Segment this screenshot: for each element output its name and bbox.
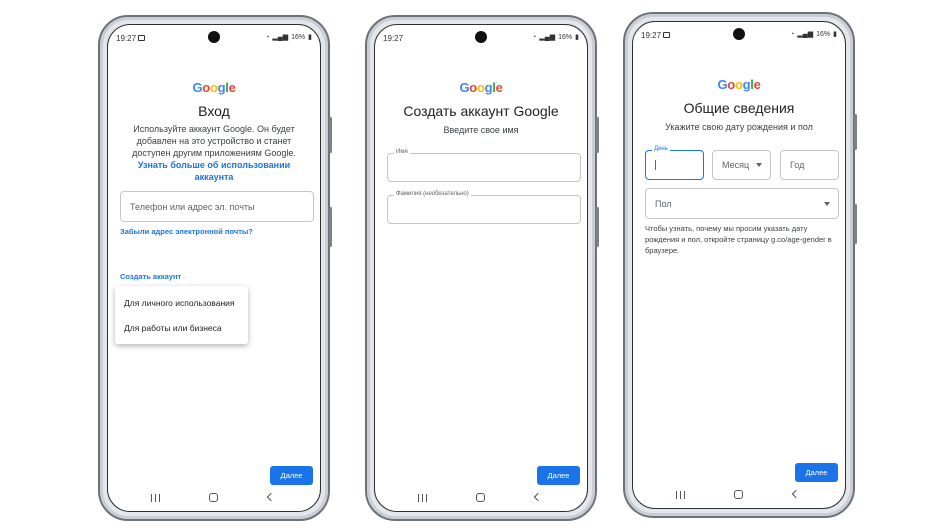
google-logo: Google <box>108 80 320 95</box>
system-nav-bar <box>633 488 845 502</box>
home-icon[interactable] <box>209 493 218 502</box>
screen-basic-info: 19:27 ◔ ▂▄▆ 16% ▮ Google Общие сведения … <box>632 21 846 509</box>
screen-sign-in: 19:27 ◔ ▂▄▆ 16% ▮ Google Вход Используйт… <box>107 24 321 512</box>
side-button <box>596 117 599 153</box>
logo-letter: o <box>202 80 210 95</box>
side-button <box>854 204 857 244</box>
day-label: День <box>652 146 670 152</box>
battery-icon: ▮ <box>575 34 579 41</box>
next-button[interactable]: Далее <box>270 466 313 485</box>
month-placeholder: Месяц <box>722 160 750 170</box>
page-title: Вход <box>198 103 230 119</box>
camera-cutout <box>208 31 220 43</box>
recent-apps-icon[interactable] <box>418 494 427 502</box>
recent-apps-icon[interactable] <box>151 494 160 502</box>
gender-placeholder: Пол <box>655 198 672 209</box>
birth-month-select[interactable]: Месяц <box>712 150 771 180</box>
gender-select[interactable]: Пол <box>645 188 839 219</box>
chevron-down-icon <box>756 163 762 167</box>
logo-letter: o <box>469 80 477 95</box>
logo-letter: o <box>476 80 485 95</box>
last-name-label: Фамилия (необязательно) <box>394 191 471 197</box>
logo-letter: G <box>192 80 203 95</box>
wifi-icon: ◔ <box>790 30 795 38</box>
side-button <box>596 207 599 247</box>
first-name-field[interactable]: Имя <box>387 149 581 182</box>
screen-create-account: 19:27 ◔ ▂▄▆ 16% ▮ Google Создать аккаунт… <box>374 24 588 512</box>
sign-in-description: Используйте аккаунт Google. Он будет доб… <box>122 123 306 183</box>
create-account-button[interactable]: Создать аккаунт <box>120 272 181 281</box>
phone-frame-3: 19:27 ◔ ▂▄▆ 16% ▮ Google Общие сведения … <box>623 12 857 518</box>
logo-letter: g <box>742 77 751 92</box>
google-logo: Google <box>633 77 845 92</box>
recent-apps-icon[interactable] <box>676 491 685 499</box>
google-logo: Google <box>375 80 587 95</box>
phone-frame-1: 19:27 ◔ ▂▄▆ 16% ▮ Google Вход Используйт… <box>98 15 332 521</box>
side-button <box>329 117 332 153</box>
age-gender-hint: Чтобы узнать, почему мы просим указать д… <box>645 224 832 255</box>
email-phone-input[interactable]: Телефон или адрес эл. почты <box>120 191 314 222</box>
status-time: 19:27 <box>641 31 662 40</box>
logo-letter: e <box>228 80 236 95</box>
signal-icon: ▂▄▆ <box>539 34 556 41</box>
back-icon[interactable] <box>266 492 276 502</box>
system-nav-bar <box>375 491 587 505</box>
signal-icon: ▂▄▆ <box>797 31 814 38</box>
logo-letter: o <box>734 77 743 92</box>
wifi-icon: ◔ <box>265 33 270 41</box>
image-notification-icon <box>663 32 670 38</box>
side-button <box>854 114 857 150</box>
logo-letter: G <box>717 77 728 92</box>
menu-item-personal[interactable]: Для личного использования <box>124 298 235 308</box>
logo-letter: g <box>484 80 493 95</box>
forgot-email-link[interactable]: Забыли адрес электронной почты? <box>120 227 253 236</box>
logo-letter: G <box>459 80 470 95</box>
year-placeholder: Год <box>790 160 805 170</box>
next-button[interactable]: Далее <box>795 463 838 482</box>
back-icon[interactable] <box>533 492 543 502</box>
back-icon[interactable] <box>791 489 801 499</box>
input-placeholder: Телефон или адрес эл. почты <box>130 201 255 212</box>
logo-letter: g <box>217 80 226 95</box>
page-title: Общие сведения <box>683 100 795 116</box>
phone-frame-2: 19:27 ◔ ▂▄▆ 16% ▮ Google Создать аккаунт… <box>365 15 599 521</box>
logo-letter: e <box>495 80 503 95</box>
logo-letter: e <box>753 77 761 92</box>
page-subtitle: Укажите свою дату рождения и пол <box>665 122 813 132</box>
last-name-field[interactable]: Фамилия (необязательно) <box>387 191 581 224</box>
logo-letter: o <box>727 77 735 92</box>
home-icon[interactable] <box>734 490 743 499</box>
side-button <box>329 207 332 247</box>
camera-cutout <box>733 28 745 40</box>
next-button[interactable]: Далее <box>537 466 580 485</box>
page-title: Создать аккаунт Google <box>403 103 559 119</box>
create-account-menu: Для личного использования Для работы или… <box>115 286 248 344</box>
learn-more-link[interactable]: Узнать больше об использовании аккаунта <box>138 160 290 182</box>
menu-item-business[interactable]: Для работы или бизнеса <box>124 323 222 333</box>
status-time: 19:27 <box>383 34 404 43</box>
camera-cutout <box>475 31 487 43</box>
system-nav-bar <box>108 491 320 505</box>
birth-day-input[interactable]: День <box>645 146 704 180</box>
wifi-icon: ◔ <box>532 33 537 41</box>
image-notification-icon <box>138 35 145 41</box>
first-name-label: Имя <box>394 149 410 155</box>
status-time: 19:27 <box>116 34 137 43</box>
description-text: Используйте аккаунт Google. Он будет доб… <box>132 124 296 158</box>
page-subtitle: Введите свое имя <box>443 125 519 135</box>
home-icon[interactable] <box>476 493 485 502</box>
battery-icon: ▮ <box>833 31 837 38</box>
battery-icon: ▮ <box>308 34 312 41</box>
chevron-down-icon <box>824 201 830 206</box>
signal-icon: ▂▄▆ <box>272 34 289 41</box>
battery-text: 16% <box>558 33 573 41</box>
battery-text: 16% <box>816 30 831 38</box>
logo-letter: o <box>209 80 218 95</box>
text-caret <box>655 160 656 170</box>
birth-year-input[interactable]: Год <box>780 150 839 180</box>
battery-text: 16% <box>291 33 306 41</box>
